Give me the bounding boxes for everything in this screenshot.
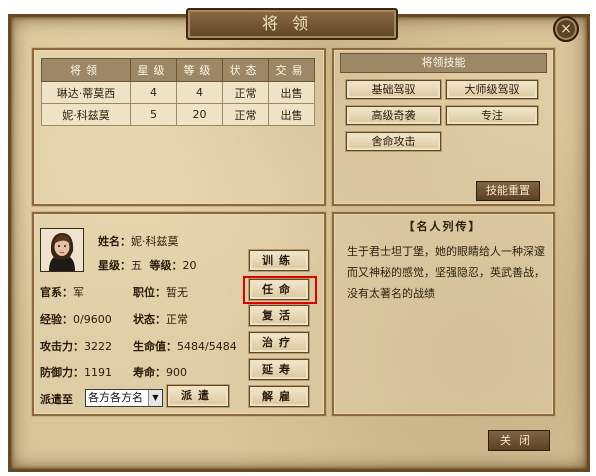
level-label: 等级： (149, 259, 183, 272)
level-value: 20 (182, 259, 197, 272)
skill-reset-button[interactable]: 技能重置 (476, 181, 540, 201)
defense-value: 1191 (84, 366, 112, 379)
general-name-cell[interactable]: 琳达·蒂莫西 (41, 81, 131, 104)
dispatch-label: 派遣至 (40, 393, 73, 406)
status-label: 状态： (133, 313, 166, 326)
revive-button[interactable]: 复活 (249, 305, 309, 326)
status-cell: 正常 (222, 103, 269, 126)
biography-title: 【名人列传】 (403, 220, 482, 233)
official-value: 军 (73, 286, 84, 299)
post-label: 职位： (133, 286, 166, 299)
official-field: 官系：军 (40, 284, 84, 300)
attack-field: 攻击力：3222 (40, 338, 112, 354)
level-cell: 4 (176, 81, 223, 104)
post-value: 暂无 (166, 286, 188, 299)
extend-life-button[interactable]: 延寿 (249, 359, 309, 380)
attack-value: 3222 (84, 340, 112, 353)
appoint-button-highlight (243, 276, 317, 304)
hp-field: 生命值：5484/5484 (133, 338, 237, 354)
star-level-field: 星级：五 等级：20 (98, 257, 197, 273)
skill-basic-riding-button[interactable]: 基础驾驭 (346, 80, 441, 99)
heal-button[interactable]: 治疗 (249, 332, 309, 353)
column-header: 交易 (268, 58, 315, 82)
name-field: 姓名：妮·科兹莫 (98, 233, 179, 249)
star-value: 五 (131, 259, 142, 272)
column-header: 等级 (176, 58, 223, 82)
attack-label: 攻击力： (40, 340, 84, 353)
biography-text: 生于君士坦丁堡，她的眼睛给人一种深邃而又神秘的感觉，坚强隐忍，英武善战，没有太著… (347, 245, 545, 300)
post-field: 职位：暂无 (133, 284, 188, 300)
general-name-cell[interactable]: 妮·科兹莫 (41, 103, 131, 126)
exp-value: 0/9600 (73, 313, 112, 326)
star-cell: 4 (130, 81, 177, 104)
generals-table: 将领 星级 等级 状态 交易 琳达·蒂莫西 4 4 正常 出售 妮·科兹莫 5 … (41, 58, 315, 126)
defense-field: 防御力：1191 (40, 364, 112, 380)
dispatch-selected-value: 各方各方名 (88, 391, 143, 404)
status-field: 状态：正常 (133, 311, 188, 327)
star-label: 星级： (98, 259, 131, 272)
close-icon[interactable]: × (553, 16, 579, 42)
general-portrait (40, 228, 84, 272)
dispatch-select[interactable]: 各方各方名 ▼ (85, 389, 163, 407)
life-value: 900 (166, 366, 187, 379)
level-cell: 20 (176, 103, 223, 126)
table-row[interactable]: 琳达·蒂莫西 4 4 正常 出售 (41, 81, 315, 104)
column-header: 状态 (222, 58, 269, 82)
skill-desperate-attack-button[interactable]: 舍命攻击 (346, 132, 441, 151)
dismiss-button[interactable]: 解雇 (249, 386, 309, 407)
column-header: 星级 (130, 58, 177, 82)
hp-label: 生命值： (133, 340, 177, 353)
status-value: 正常 (166, 313, 188, 326)
game-window: 将领 × 将领 星级 等级 状态 交易 琳达·蒂莫西 4 4 正常 出售 妮·科… (0, 0, 596, 476)
table-row[interactable]: 妮·科兹莫 5 20 正常 出售 (41, 103, 315, 126)
close-button[interactable]: 关闭 (488, 430, 550, 451)
official-label: 官系： (40, 286, 73, 299)
skill-focus-button[interactable]: 专注 (446, 106, 538, 125)
star-cell: 5 (130, 103, 177, 126)
dispatch-button[interactable]: 派遣 (167, 385, 229, 407)
status-cell: 正常 (222, 81, 269, 104)
sell-cell[interactable]: 出售 (268, 103, 315, 126)
train-button[interactable]: 训练 (249, 250, 309, 271)
hp-value: 5484/5484 (177, 340, 237, 353)
skill-advanced-raid-button[interactable]: 高级奇袭 (346, 106, 441, 125)
skill-master-riding-button[interactable]: 大师级驾驭 (446, 80, 538, 99)
skills-title: 将领技能 (340, 53, 547, 73)
life-label: 寿命： (133, 366, 166, 379)
window-title: 将领 (186, 8, 398, 40)
life-field: 寿命：900 (133, 364, 187, 380)
name-value: 妮·科兹莫 (131, 235, 179, 248)
exp-label: 经验： (40, 313, 73, 326)
column-header: 将领 (41, 58, 131, 82)
name-label: 姓名： (98, 235, 131, 248)
exp-field: 经验：0/9600 (40, 311, 112, 327)
defense-label: 防御力： (40, 366, 84, 379)
sell-cell[interactable]: 出售 (268, 81, 315, 104)
dropdown-arrow-icon[interactable]: ▼ (148, 390, 162, 406)
